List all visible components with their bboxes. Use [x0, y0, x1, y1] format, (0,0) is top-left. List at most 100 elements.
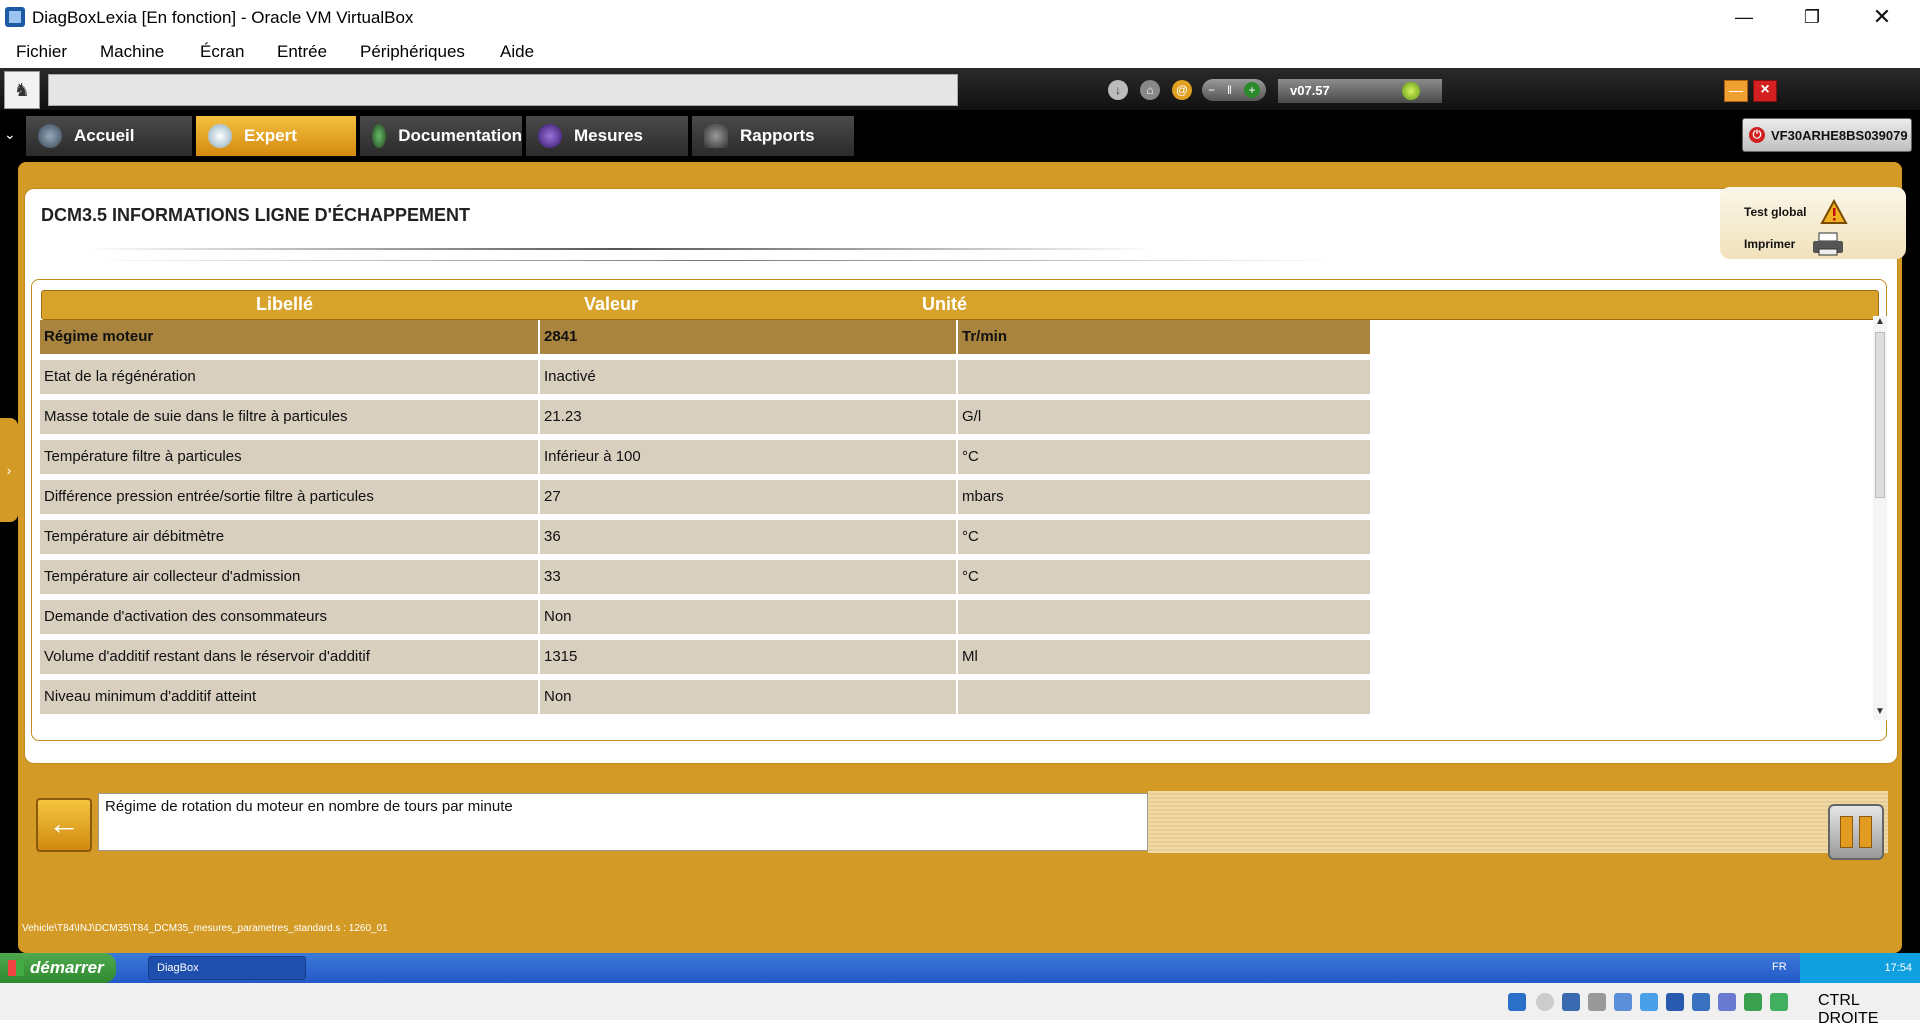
- taskbar-item-diagbox[interactable]: DiagBox: [148, 956, 306, 980]
- app-close-button[interactable]: ×: [1753, 80, 1777, 102]
- cell-value: 2841: [540, 320, 956, 354]
- home-icon[interactable]: ⌂: [1140, 80, 1160, 100]
- globe-icon: [38, 124, 62, 148]
- bottom-decor: [1148, 791, 1888, 853]
- usb-icon[interactable]: [1614, 993, 1632, 1011]
- cpu-icon[interactable]: [1718, 993, 1736, 1011]
- print-button[interactable]: Imprimer: [1744, 231, 1845, 257]
- cell-value: Non: [540, 680, 956, 714]
- parameter-description: Régime de rotation du moteur en nombre d…: [98, 793, 1148, 851]
- cell-value: Inactivé: [540, 360, 956, 394]
- guest-screen: ♞ ↓ ⌂ @ − ‖ + v07.57 — × ⌄ Accueil Expert …: [0, 68, 1920, 953]
- cell-value: 36: [540, 520, 956, 554]
- table-row[interactable]: Volume d'additif restant dans le réservo…: [40, 640, 1370, 674]
- tab-rapports[interactable]: Rapports: [692, 116, 854, 156]
- pause-bar-icon: [1859, 816, 1872, 848]
- network-icon[interactable]: [1588, 993, 1606, 1011]
- menubar: Fichier Machine Écran Entrée Périphériqu…: [0, 34, 1920, 68]
- table-row[interactable]: Différence pression entrée/sortie filtre…: [40, 480, 1370, 514]
- diagbox-toolbar: ♞ ↓ ⌂ @ − ‖ + v07.57 — ×: [0, 68, 1920, 110]
- cell-unit: [958, 680, 1370, 714]
- cell-label: Température air débitmètre: [40, 520, 538, 554]
- table-row[interactable]: Demande d'activation des consommateurs N…: [40, 600, 1370, 634]
- table-row[interactable]: Température air collecteur d'admission 3…: [40, 560, 1370, 594]
- restore-window-button[interactable]: ❐: [1778, 0, 1846, 34]
- tab-bar: ⌄ Accueil Expert Documentation Mesures R…: [0, 110, 1920, 160]
- side-actions: Test global Imprimer: [1720, 187, 1906, 259]
- cell-label: Demande d'activation des consommateurs: [40, 600, 538, 634]
- peugeot-logo: ♞: [4, 71, 40, 109]
- tab-mesures[interactable]: Mesures: [526, 116, 688, 156]
- address-field[interactable]: [48, 74, 958, 106]
- cell-value: 1315: [540, 640, 956, 674]
- scrollbar-thumb[interactable]: [1875, 332, 1885, 498]
- close-window-button[interactable]: ✕: [1848, 0, 1916, 34]
- vin-badge[interactable]: ⏻ VF30ARHE8BS039079: [1742, 118, 1912, 152]
- menu-ecran[interactable]: Écran: [200, 42, 244, 62]
- menu-peripheriques[interactable]: Périphériques: [360, 42, 465, 62]
- menu-machine[interactable]: Machine: [100, 42, 164, 62]
- language-indicator[interactable]: FR: [1772, 961, 1787, 973]
- side-panel-handle[interactable]: ›: [0, 418, 18, 522]
- table-row[interactable]: Etat de la régénération Inactivé: [40, 360, 1370, 394]
- windows-logo-icon: [8, 960, 24, 976]
- pause-bar-icon: [1840, 816, 1853, 848]
- cell-label: Régime moteur: [40, 320, 538, 354]
- app-minimize-button[interactable]: —: [1724, 80, 1748, 102]
- measures-panel: DCM3.5 INFORMATIONS LIGNE D'ÉCHAPPEMENT …: [24, 187, 1906, 764]
- warning-icon: [1820, 199, 1849, 224]
- cell-value: 21.23: [540, 400, 956, 434]
- scroll-down-icon[interactable]: ▼: [1875, 706, 1885, 717]
- table-row[interactable]: Niveau minimum d'additif atteint Non: [40, 680, 1370, 714]
- cell-unit: Ml: [958, 640, 1370, 674]
- cell-value: Non: [540, 600, 956, 634]
- menu-fichier[interactable]: Fichier: [16, 42, 67, 62]
- menu-entree[interactable]: Entrée: [277, 42, 327, 62]
- optical-drive-icon[interactable]: [1536, 993, 1554, 1011]
- table-row[interactable]: Masse totale de suie dans le filtre à pa…: [40, 400, 1370, 434]
- shared-folders-icon[interactable]: [1640, 993, 1658, 1011]
- window-title: DiagBoxLexia [En fonction] - Oracle VM V…: [32, 8, 414, 27]
- cell-value: 27: [540, 480, 956, 514]
- pause-button[interactable]: [1828, 804, 1884, 860]
- cell-label: Masse totale de suie dans le filtre à pa…: [40, 400, 538, 434]
- minimize-window-button[interactable]: —: [1710, 0, 1778, 34]
- start-button[interactable]: démarrer: [0, 953, 116, 983]
- download-icon[interactable]: ↓: [1108, 80, 1128, 100]
- table-scrollbar[interactable]: ▲ ▼: [1873, 316, 1887, 720]
- cell-value: Inférieur à 100: [540, 440, 956, 474]
- cell-unit: °C: [958, 520, 1370, 554]
- test-global-button[interactable]: Test global: [1744, 199, 1849, 225]
- chevron-down-icon[interactable]: ⌄: [4, 126, 16, 143]
- tab-accueil[interactable]: Accueil: [26, 116, 192, 156]
- back-button[interactable]: ←: [36, 798, 92, 852]
- measures-table: Libellé Valeur Unité Régime moteur 2841 …: [31, 279, 1887, 741]
- hard-disk-icon[interactable]: [1508, 993, 1526, 1011]
- display-icon[interactable]: [1666, 993, 1684, 1011]
- scroll-up-icon[interactable]: ▲: [1875, 316, 1885, 327]
- cell-unit: Tr/min: [958, 320, 1370, 354]
- magnifier-icon: [208, 124, 232, 148]
- tab-documentation[interactable]: Documentation: [360, 116, 522, 156]
- table-row[interactable]: Température filtre à particules Inférieu…: [40, 440, 1370, 474]
- title-divider-thin: [85, 260, 1345, 261]
- column-header-valeur: Valeur: [584, 294, 639, 314]
- title-divider: [85, 248, 1155, 250]
- printer-icon: [1813, 232, 1844, 256]
- cell-unit: °C: [958, 440, 1370, 474]
- guest-additions-icon[interactable]: [1744, 993, 1762, 1011]
- column-header-libelle: Libellé: [256, 294, 314, 314]
- book-icon: [372, 124, 387, 148]
- email-icon[interactable]: @: [1172, 80, 1192, 100]
- cell-unit: [958, 360, 1370, 394]
- power-icon: ⏻: [1749, 127, 1765, 143]
- system-tray: 17:54: [1800, 953, 1920, 983]
- menu-aide[interactable]: Aide: [500, 42, 534, 62]
- recording-icon[interactable]: [1692, 993, 1710, 1011]
- table-row[interactable]: Température air débitmètre 36 °C: [40, 520, 1370, 554]
- audio-icon[interactable]: [1562, 993, 1580, 1011]
- tab-expert[interactable]: Expert: [196, 116, 356, 156]
- keyboard-capture-icon[interactable]: [1770, 993, 1788, 1011]
- cell-unit: °C: [958, 560, 1370, 594]
- table-row[interactable]: Régime moteur 2841 Tr/min: [40, 320, 1370, 354]
